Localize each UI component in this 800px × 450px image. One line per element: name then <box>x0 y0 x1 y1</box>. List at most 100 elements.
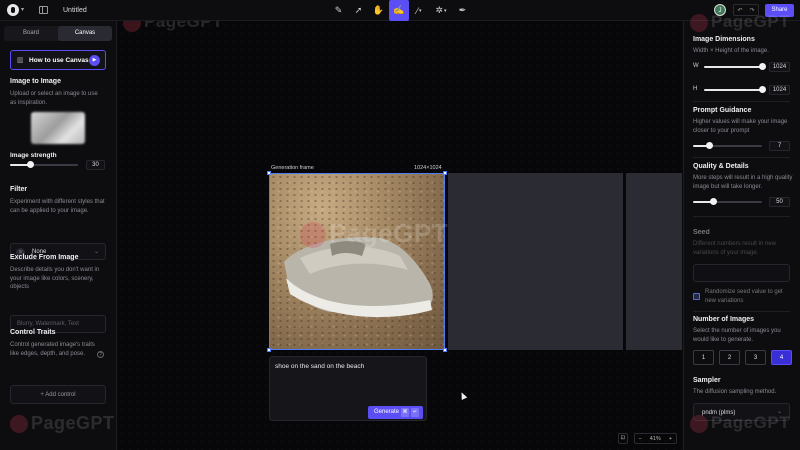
generate-label: Generate <box>374 409 400 415</box>
randomize-seed-label: Randomize seed value to get new variatio… <box>705 289 783 304</box>
right-panel: PageGPT Image Dimensions Width × Height … <box>683 12 800 450</box>
resize-handle[interactable] <box>443 171 447 175</box>
magic-pencil-icon[interactable]: ✎ <box>331 3 346 18</box>
image-dimensions-desc: Width × Height of the image. <box>693 48 769 54</box>
stamp-icon[interactable]: ✲ ▾ <box>433 3 449 18</box>
app-logo-icon[interactable] <box>7 4 19 16</box>
divider <box>693 311 790 312</box>
divider <box>693 101 790 102</box>
prompt-guidance-value[interactable]: 7 <box>769 141 790 151</box>
height-slider[interactable] <box>704 86 766 93</box>
zoom-out-button[interactable]: − <box>635 436 646 442</box>
fit-screen-icon[interactable]: ⊡ <box>618 433 628 444</box>
filter-desc: Experiment with different styles that ca… <box>10 199 105 214</box>
height-label: H <box>693 86 698 92</box>
slider-knob[interactable] <box>27 161 34 168</box>
chevron-down-icon: ⌄ <box>93 249 99 255</box>
zoom-controls: ⊡ − 41% + <box>618 433 677 444</box>
watermark: PageGPT <box>123 21 223 32</box>
quality-title: Quality & Details <box>693 163 749 170</box>
prompt-box[interactable]: shoe on the sand on the beach Generate ⌘… <box>269 356 427 421</box>
select-arrow-icon[interactable]: ➚ <box>351 3 366 18</box>
control-traits-title: Control Traits <box>10 329 56 336</box>
exclude-desc: Describe details you don't want in your … <box>10 267 100 290</box>
watermark: PageGPT <box>10 413 115 434</box>
book-icon: ▥ <box>17 57 24 64</box>
quality-slider[interactable] <box>693 198 762 205</box>
left-panel: Board Canvas ▥ How to use Canvas ▶ Image… <box>0 21 117 450</box>
resize-handle[interactable] <box>443 348 447 352</box>
watermark: PageGPT <box>300 218 448 249</box>
pen-icon[interactable]: ✒ <box>455 3 470 18</box>
resize-handle[interactable] <box>267 171 271 175</box>
slider-knob[interactable] <box>759 63 766 70</box>
sidebar-toggle-icon[interactable] <box>39 6 48 14</box>
width-label: W <box>693 63 699 69</box>
generation-frame-size: 1024×1024 <box>414 165 442 171</box>
num-images-option-3[interactable]: 3 <box>745 350 766 365</box>
quality-desc: More steps will result in a high quality… <box>693 175 793 190</box>
image-strength-label: Image strength <box>10 152 57 159</box>
resize-handle[interactable] <box>267 348 271 352</box>
hand-icon[interactable]: ✋ <box>371 3 386 18</box>
slider-knob[interactable] <box>710 198 717 205</box>
tab-canvas[interactable]: Canvas <box>58 26 112 41</box>
prompt-guidance-desc: Higher values will make your image close… <box>693 119 788 134</box>
slider-knob[interactable] <box>706 142 713 149</box>
enter-key-icon: ↵ <box>411 408 419 417</box>
seed-input[interactable] <box>693 264 790 282</box>
howto-label: How to use Canvas <box>29 57 89 64</box>
command-key-icon: ⌘ <box>401 408 409 417</box>
brush-icon[interactable]: ⁄ ▾ <box>411 3 427 18</box>
width-value[interactable]: 1024 <box>769 62 790 72</box>
placeholder-frame[interactable] <box>626 173 682 350</box>
randomize-seed-checkbox[interactable] <box>693 293 700 300</box>
exclude-title: Exclude From Image <box>10 254 79 261</box>
slider-knob[interactable] <box>759 86 766 93</box>
reference-image-thumbnail[interactable] <box>31 112 85 144</box>
num-images-option-2[interactable]: 2 <box>719 350 740 365</box>
generation-frame-label: Generation frame <box>271 165 314 171</box>
generate-button[interactable]: Generate ⌘ ↵ <box>368 406 423 419</box>
divider <box>693 157 790 158</box>
top-bar: ▾ Untitled ✎ ➚ ✋ ✍ ⁄ ▾ ✲ ▾ ✒ J ↶ ↷ Share <box>0 0 800 21</box>
num-images-option-4[interactable]: 4 <box>771 350 792 365</box>
generation-frame[interactable] <box>269 173 445 350</box>
watermark: PageGPT <box>690 12 790 32</box>
height-value[interactable]: 1024 <box>769 85 790 95</box>
panel-tabs: Board Canvas <box>4 26 112 41</box>
divider <box>693 216 790 217</box>
filter-title: Filter <box>10 186 28 193</box>
seed-title: Seed <box>693 229 710 236</box>
prompt-guidance-title: Prompt Guidance <box>693 107 752 114</box>
control-traits-desc: Control generated image's traits like ed… <box>10 342 95 357</box>
tab-board[interactable]: Board <box>4 26 58 41</box>
zoom-in-button[interactable]: + <box>665 436 676 442</box>
image-strength-slider[interactable] <box>10 161 78 168</box>
image-to-image-desc: Upload or select an image to use as insp… <box>10 91 98 106</box>
image-strength-value[interactable]: 30 <box>86 160 105 170</box>
image-dimensions-title: Image Dimensions <box>693 36 755 43</box>
quality-value[interactable]: 50 <box>769 197 790 207</box>
play-icon: ▶ <box>89 55 100 66</box>
canvas-area[interactable]: PageGPT Generation frame 1024×1024 PageG… <box>118 21 682 450</box>
placeholder-frame[interactable] <box>448 173 623 350</box>
width-slider[interactable] <box>704 63 766 70</box>
sampler-title: Sampler <box>693 377 721 384</box>
canvas-edit-icon[interactable]: ✍ <box>389 0 409 21</box>
shoe-image <box>284 237 433 318</box>
prompt-guidance-slider[interactable] <box>693 142 762 149</box>
num-images-option-1[interactable]: 1 <box>693 350 714 365</box>
how-to-use-canvas-button[interactable]: ▥ How to use Canvas ▶ <box>10 50 106 70</box>
watermark: PageGPT <box>690 413 790 433</box>
num-images-title: Number of Images <box>693 316 755 323</box>
num-images-options: 1 2 3 4 <box>693 350 792 365</box>
document-title[interactable]: Untitled <box>63 7 87 14</box>
num-images-desc: Select the number of images you would li… <box>693 328 781 343</box>
prompt-text[interactable]: shoe on the sand on the beach <box>275 363 364 370</box>
mouse-cursor-icon <box>458 391 468 400</box>
image-to-image-title: Image to Image <box>10 78 61 85</box>
chevron-down-icon[interactable]: ▾ <box>21 6 24 13</box>
sampler-desc: The diffusion sampling method. <box>693 389 777 395</box>
add-control-button[interactable]: + Add control <box>10 385 106 404</box>
